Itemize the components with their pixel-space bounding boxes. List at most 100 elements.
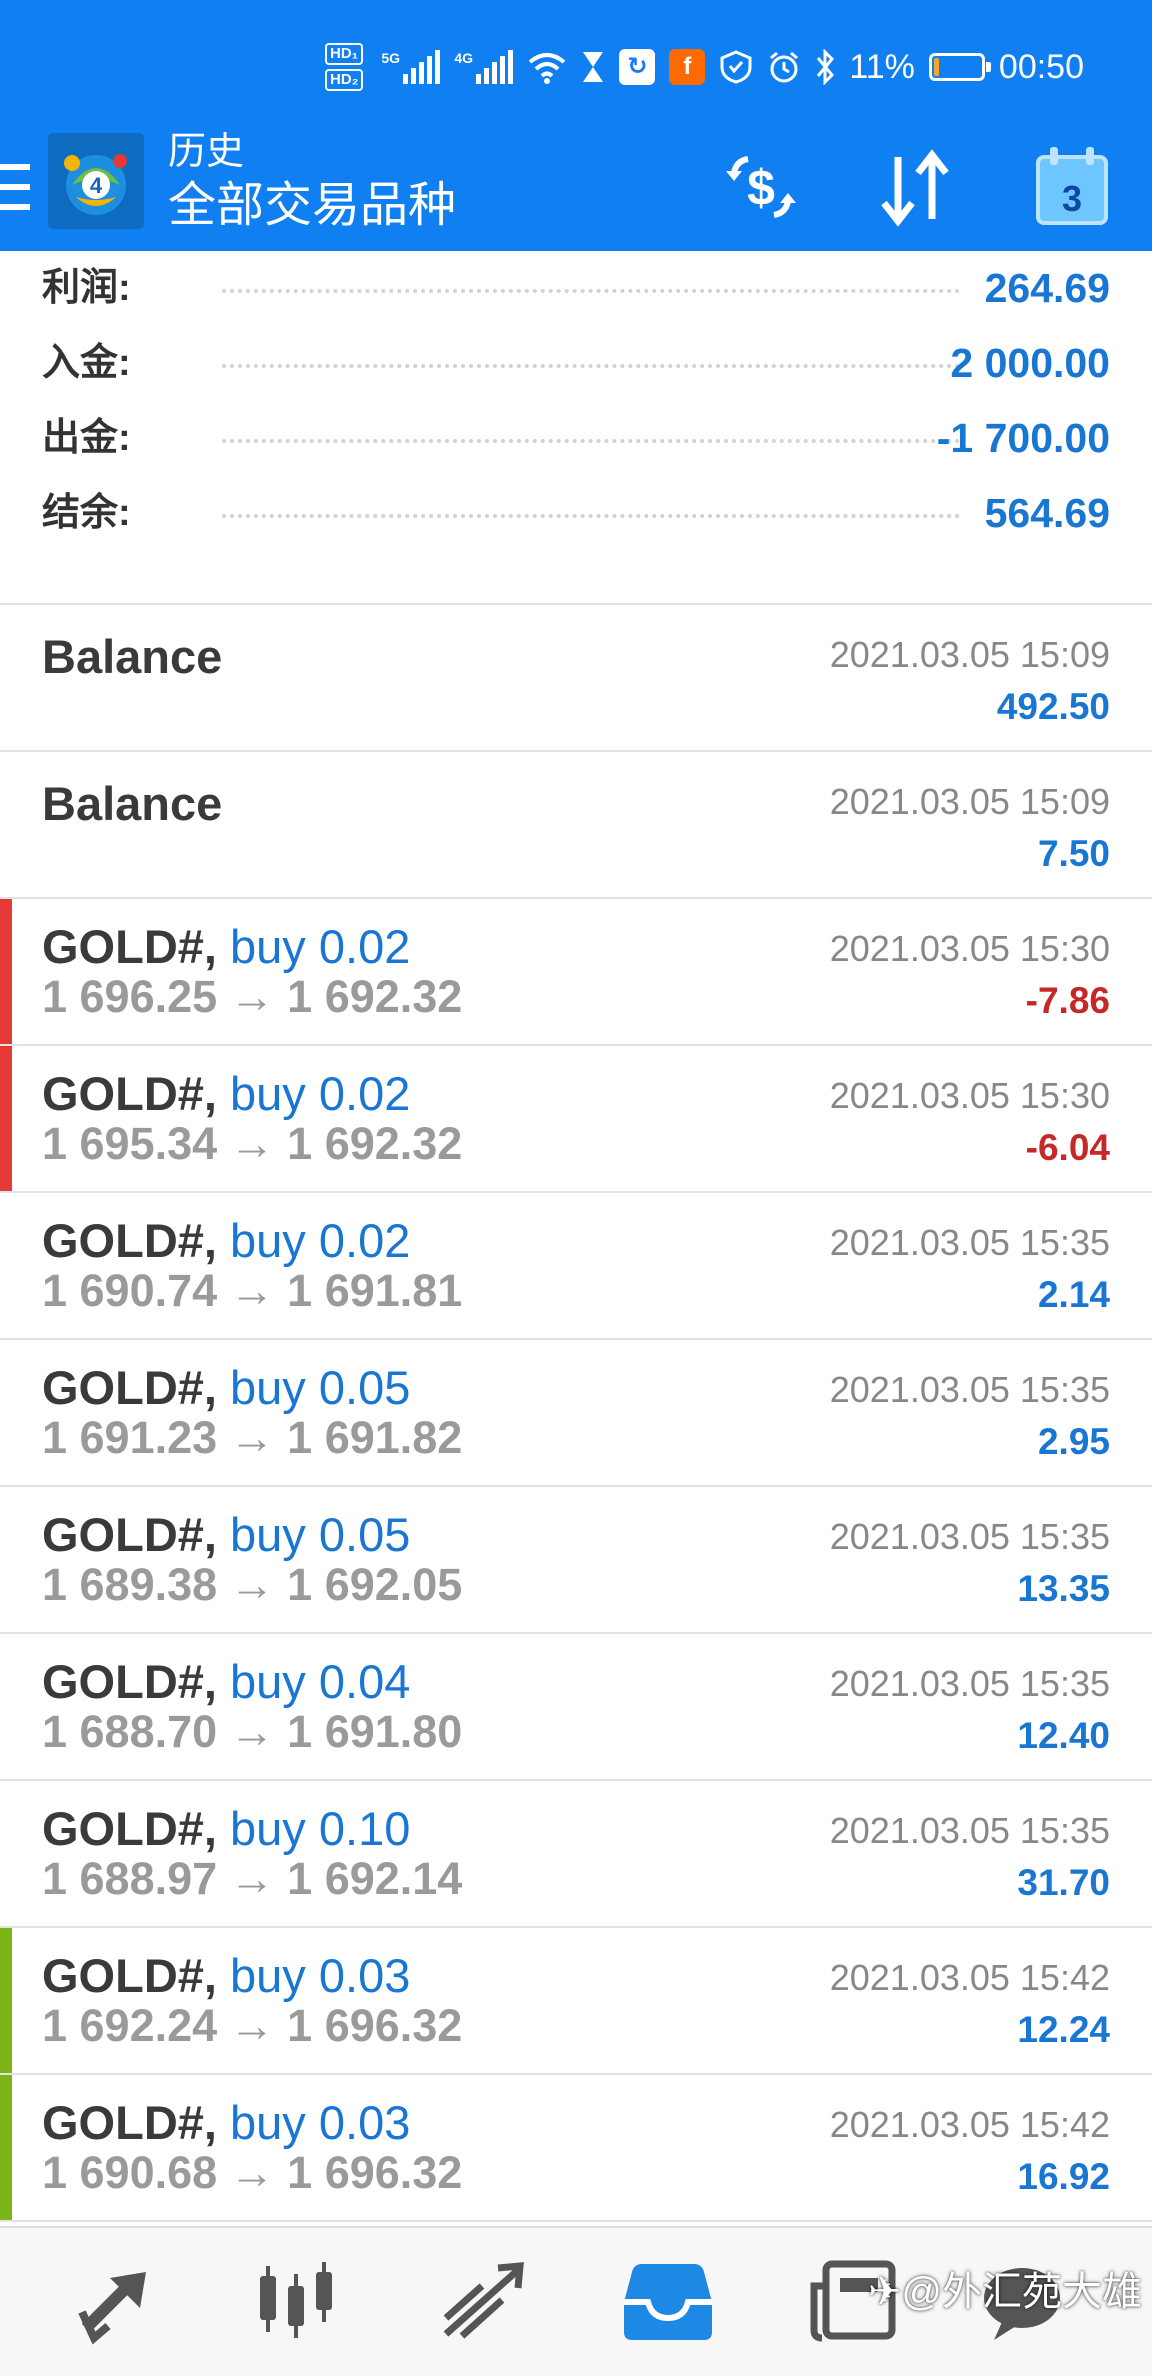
summary-value: -1 700.00 [936, 415, 1110, 461]
row-prices: 1 689.38 → 1 692.05 [42, 1559, 463, 1610]
row-prices: 1 695.34 → 1 692.32 [42, 1118, 463, 1169]
history-row-balance[interactable]: Balance 2021.03.05 15:09 7.50 [0, 752, 1152, 899]
chart-candles-icon[interactable] [246, 2256, 346, 2346]
menu-icon[interactable] [0, 156, 34, 222]
summary-row-withdrawal: 出金: -1 700.00 [0, 401, 1152, 476]
shield-app-icon [720, 50, 752, 84]
row-profit: 2.95 [1037, 1421, 1110, 1462]
symbol-name: GOLD#, [42, 2096, 217, 2149]
row-marker [0, 1928, 12, 2073]
row-symbol: GOLD#, buy 0.04 [42, 1654, 410, 1710]
calendar-icon[interactable]: 3 [1032, 143, 1112, 233]
bluetooth-icon [817, 49, 835, 85]
wifi-icon [529, 53, 566, 84]
row-marker [0, 1487, 12, 1632]
network-type-2: 4G [454, 50, 474, 66]
flash-app-icon: f [669, 49, 706, 85]
history-inbox-icon[interactable] [618, 2256, 718, 2346]
history-row-deal[interactable]: GOLD#, buy 0.03 1 690.68 → 1 696.32 2021… [0, 2075, 1152, 2222]
summary-label: 利润: [42, 267, 131, 309]
dotted-leader [222, 364, 960, 368]
svg-text:$: $ [747, 160, 775, 216]
calendar-day: 3 [1062, 178, 1082, 219]
history-row-deal[interactable]: GOLD#, buy 0.10 1 688.97 → 1 692.14 2021… [0, 1781, 1152, 1928]
deal-type: buy 0.05 [230, 1508, 411, 1561]
dotted-leader [222, 289, 960, 293]
watermark: ✈@外汇苑大雄 [867, 2270, 1142, 2314]
row-profit: 12.24 [1017, 2009, 1110, 2050]
deal-type: buy 0.05 [230, 1361, 411, 1414]
row-time: 2021.03.05 15:35 [829, 1222, 1110, 1263]
history-row-deal[interactable]: GOLD#, buy 0.05 1 689.38 → 1 692.05 2021… [0, 1487, 1152, 1634]
row-marker [0, 1340, 12, 1485]
row-prices: 1 692.24 → 1 696.32 [42, 2000, 463, 2051]
row-prices: 1 688.97 → 1 692.14 [42, 1853, 463, 1904]
row-marker [0, 899, 12, 1044]
row-profit: 31.70 [1017, 1862, 1110, 1903]
summary-row-profit: 利润: 264.69 [0, 251, 1152, 326]
row-prices: 1 690.74 → 1 691.81 [42, 1265, 463, 1316]
status-bar: HD₁ HD₂ 5G 4G ↻ f 11% 00:50 [0, 0, 1152, 128]
refresh-app-icon: ↻ [619, 49, 656, 85]
summary-value: 264.69 [984, 265, 1110, 311]
row-marker [0, 2075, 12, 2220]
history-row-deal[interactable]: GOLD#, buy 0.04 1 688.70 → 1 691.80 2021… [0, 1634, 1152, 1781]
row-symbol: GOLD#, buy 0.10 [42, 1801, 410, 1857]
history-row-deal[interactable]: GOLD#, buy 0.05 1 691.23 → 1 691.82 2021… [0, 1340, 1152, 1487]
row-symbol: GOLD#, buy 0.05 [42, 1360, 410, 1416]
history-row-deal[interactable]: GOLD#, buy 0.02 1 690.74 → 1 691.81 2021… [0, 1193, 1152, 1340]
symbol-name: GOLD#, [42, 1802, 217, 1855]
bottom-navigation: ✈@外汇苑大雄 [0, 2226, 1152, 2376]
account-summary: 利润: 264.69 入金: 2 000.00 出金: -1 700.00 结余… [0, 251, 1152, 604]
summary-row-deposit: 入金: 2 000.00 [0, 326, 1152, 401]
row-symbol: GOLD#, buy 0.05 [42, 1507, 410, 1563]
symbol-filter[interactable]: 全部交易品种 [168, 178, 456, 234]
row-prices: 1 690.68 → 1 696.32 [42, 2147, 463, 2198]
quotes-icon[interactable] [64, 2256, 164, 2346]
row-marker [0, 1193, 12, 1338]
row-time: 2021.03.05 15:09 [829, 634, 1110, 675]
deal-type: buy 0.02 [230, 1067, 411, 1120]
symbol-name: GOLD#, [42, 1067, 217, 1120]
deal-type: buy 0.03 [230, 1949, 411, 2002]
row-time: 2021.03.05 15:30 [829, 928, 1110, 969]
sort-icon[interactable] [872, 143, 958, 233]
symbol-name: GOLD#, [42, 920, 217, 973]
deal-type: buy 0.02 [230, 1214, 411, 1267]
row-time: 2021.03.05 15:09 [829, 781, 1110, 822]
battery-icon [928, 53, 991, 81]
row-prices: 1 696.25 → 1 692.32 [42, 971, 463, 1022]
row-symbol: GOLD#, buy 0.02 [42, 1066, 410, 1122]
row-time: 2021.03.05 15:42 [829, 1957, 1110, 1998]
symbol-name: GOLD#, [42, 1655, 217, 1708]
symbol-name: GOLD#, [42, 1214, 217, 1267]
row-profit: 16.92 [1017, 2156, 1110, 2197]
row-symbol: GOLD#, buy 0.02 [42, 1213, 410, 1269]
summary-row-balance: 结余: 564.69 [0, 476, 1152, 551]
svg-text:4: 4 [90, 173, 103, 198]
row-profit: -7.86 [1025, 980, 1110, 1021]
row-time: 2021.03.05 15:35 [829, 1810, 1110, 1851]
row-symbol: GOLD#, buy 0.02 [42, 919, 410, 975]
deal-type: buy 0.10 [230, 1802, 411, 1855]
deal-type: buy 0.04 [230, 1655, 411, 1708]
dotted-leader [222, 514, 960, 518]
row-profit: 2.14 [1037, 1274, 1110, 1315]
summary-label: 入金: [42, 342, 131, 384]
symbol-name: GOLD#, [42, 1949, 217, 2002]
deal-type: buy 0.03 [230, 2096, 411, 2149]
row-time: 2021.03.05 15:30 [829, 1075, 1110, 1116]
row-symbol: GOLD#, buy 0.03 [42, 2095, 410, 2151]
history-row-deal[interactable]: GOLD#, buy 0.02 1 695.34 → 1 692.32 2021… [0, 1046, 1152, 1193]
trade-icon[interactable] [432, 2256, 532, 2346]
row-title: Balance [42, 777, 223, 830]
history-row-deal[interactable]: GOLD#, buy 0.03 1 692.24 → 1 696.32 2021… [0, 1928, 1152, 2075]
signal-icon: 5G [381, 50, 441, 84]
hd-voice-indicator: HD₁ HD₂ [325, 43, 364, 91]
row-profit: -6.04 [1025, 1127, 1110, 1168]
currency-exchange-icon[interactable]: $ [718, 143, 804, 233]
history-row-balance[interactable]: Balance 2021.03.05 15:09 492.50 [0, 605, 1152, 752]
summary-label: 出金: [42, 417, 131, 459]
history-row-deal[interactable]: GOLD#, buy 0.02 1 696.25 → 1 692.32 2021… [0, 899, 1152, 1046]
alarm-icon [770, 51, 799, 83]
